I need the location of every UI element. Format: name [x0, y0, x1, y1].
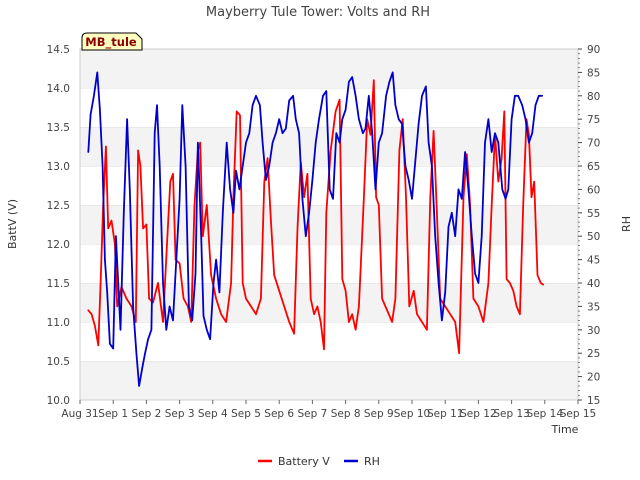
- right-tick-label: 20: [587, 372, 600, 384]
- grid-band: [80, 322, 578, 361]
- legend: Battery V RH: [258, 455, 380, 468]
- right-tick-label: 75: [587, 114, 600, 126]
- grid-band: [80, 361, 578, 400]
- x-axis-title: Time: [551, 423, 579, 436]
- x-tick-label: Sep 3: [165, 408, 195, 420]
- grid-band: [80, 283, 578, 322]
- right-tick-label: 85: [587, 67, 600, 79]
- right-tick-label: 45: [587, 255, 600, 267]
- x-tick-label: Sep 12: [460, 408, 497, 420]
- left-axis: 10.0 10.5 11.0 11.5 12.0 12.5 13.0 13.5 14.0 14.5: [47, 44, 70, 407]
- right-tick-label: 15: [587, 395, 600, 407]
- right-axis: 15 20 25 30 35 40 45 50 55 60 65 70 75 80 85 90: [578, 44, 600, 407]
- x-tick-label: Sep 5: [231, 408, 261, 420]
- right-tick-label: 70: [587, 138, 600, 150]
- site-badge: MB_tule: [81, 32, 143, 51]
- x-tick-label: Sep 4: [198, 408, 228, 420]
- grid-band: [80, 205, 578, 244]
- right-tick-label: 40: [587, 278, 600, 290]
- right-tick-label: 25: [587, 348, 600, 360]
- grid-band: [80, 49, 578, 88]
- x-tick-label: Sep 15: [560, 408, 597, 420]
- left-tick-label: 10.0: [47, 395, 70, 407]
- left-tick-label: 14.5: [47, 44, 70, 56]
- left-tick-label: 13.0: [47, 161, 70, 173]
- x-axis: Aug 31 Sep 1 Sep 2 Sep 3 Sep 4 Sep 5 Sep 6 Sep …: [61, 400, 596, 420]
- x-tick-label: Sep 11: [427, 408, 464, 420]
- site-badge-label: MB_tule: [85, 35, 137, 50]
- legend-label-rh: RH: [364, 455, 380, 468]
- right-tick-label: 30: [587, 325, 600, 337]
- y-axis-right-title: RH: [620, 216, 633, 232]
- x-tick-label: Sep 1: [98, 408, 128, 420]
- left-tick-label: 11.5: [47, 278, 70, 290]
- right-tick-label: 35: [587, 301, 600, 313]
- chart: Mayberry Tule Tower: Volts and RH MB_tul…: [6, 5, 633, 468]
- left-tick-label: 11.0: [47, 317, 70, 329]
- left-tick-label: 13.5: [47, 122, 70, 134]
- x-tick-label: Sep 14: [527, 408, 564, 420]
- x-tick-label: Aug 31: [61, 408, 98, 420]
- x-tick-label: Sep 2: [131, 408, 161, 420]
- background-bands: [80, 48, 578, 400]
- x-tick-label: Sep 8: [331, 408, 361, 420]
- chart-title: Mayberry Tule Tower: Volts and RH: [206, 5, 430, 20]
- right-tick-label: 65: [587, 161, 600, 173]
- grid-band: [80, 244, 578, 283]
- right-tick-label: 50: [587, 231, 600, 243]
- x-tick-label: Sep 10: [394, 408, 431, 420]
- x-tick-label: Sep 9: [364, 408, 394, 420]
- x-tick-label: Sep 6: [264, 408, 294, 420]
- x-tick-label: Sep 7: [297, 408, 327, 420]
- y-axis-left-title: BattV (V): [6, 199, 19, 249]
- right-tick-label: 55: [587, 208, 600, 220]
- left-tick-label: 14.0: [47, 83, 70, 95]
- legend-label-battery: Battery V: [278, 455, 330, 468]
- left-tick-label: 10.5: [47, 356, 70, 368]
- left-tick-label: 12.5: [47, 200, 70, 212]
- right-tick-label: 80: [587, 91, 600, 103]
- x-tick-label: Sep 13: [493, 408, 530, 420]
- right-tick-label: 60: [587, 184, 600, 196]
- right-tick-label: 90: [587, 44, 600, 56]
- left-tick-label: 12.0: [47, 239, 70, 251]
